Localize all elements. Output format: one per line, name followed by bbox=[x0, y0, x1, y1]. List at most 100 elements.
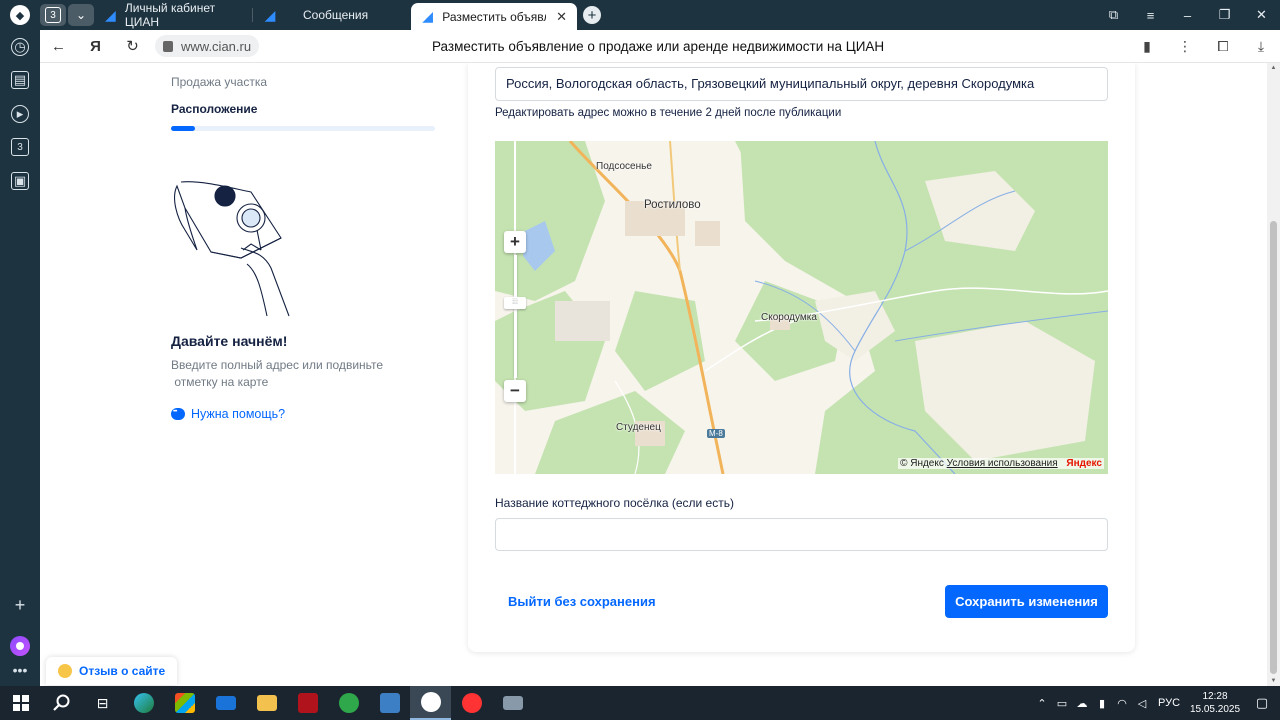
address-edit-note: Редактировать адрес можно в течение 2 дн… bbox=[495, 107, 842, 119]
cian-logo-icon: ◢ bbox=[422, 8, 433, 24]
clock-time: 12:28 bbox=[1202, 691, 1228, 702]
map-label: Ростилово bbox=[644, 199, 701, 211]
tab-count: 3 bbox=[45, 7, 61, 23]
add-panel-icon[interactable]: + bbox=[11, 595, 29, 616]
browser-tab-bar: ◆ 3 ⌄ ◢ Личный кабинет ЦИАН ◢ Сообщения … bbox=[0, 0, 1280, 30]
address-bar-actions: ▮ ⋮ ⧠ ⤓ bbox=[1128, 30, 1280, 63]
cottage-village-input[interactable] bbox=[495, 518, 1108, 551]
clock[interactable]: 12:28 15.05.2025 bbox=[1186, 690, 1244, 716]
tab-messages[interactable]: ◢ Сообщения bbox=[253, 0, 411, 30]
extensions-icon[interactable]: ⧠ bbox=[1204, 38, 1242, 55]
restore-icon[interactable]: ❐ bbox=[1206, 7, 1243, 23]
lock-icon bbox=[163, 40, 173, 52]
tabs-panel-icon[interactable]: 3 bbox=[11, 138, 29, 156]
site-feedback-button[interactable]: Отзыв о сайте bbox=[46, 657, 178, 685]
step-current: Расположение bbox=[171, 102, 258, 116]
page-scrollbar[interactable]: ▲ ▼ bbox=[1267, 63, 1280, 686]
bookmark-icon[interactable]: ▮ bbox=[1128, 38, 1166, 55]
kebab-menu-icon[interactable]: ⋮ bbox=[1166, 38, 1204, 55]
volume-icon[interactable]: ◁ bbox=[1132, 697, 1152, 710]
cottage-village-label: Название коттеджного посёлка (если есть) bbox=[495, 496, 734, 510]
tab-cabinet[interactable]: ◢ Личный кабинет ЦИАН bbox=[94, 0, 252, 30]
url-field[interactable]: www.cian.ru bbox=[155, 35, 260, 57]
device-icon[interactable]: ▭ bbox=[1052, 697, 1072, 710]
exit-without-saving-button[interactable]: Выйти без сохранения bbox=[508, 585, 656, 618]
scroll-down-icon[interactable]: ▼ bbox=[1269, 678, 1278, 684]
file-explorer-icon[interactable] bbox=[246, 686, 287, 720]
browser-logo[interactable]: ◆ bbox=[0, 0, 40, 30]
store-icon[interactable] bbox=[164, 686, 205, 720]
tab-label: Личный кабинет ЦИАН bbox=[124, 1, 216, 29]
yandex-logo[interactable]: Яндекс bbox=[1066, 458, 1102, 469]
more-icon[interactable]: ••• bbox=[11, 662, 29, 678]
map-terms-link[interactable]: Условия использования bbox=[947, 458, 1058, 469]
window-close-icon[interactable]: ✕ bbox=[1243, 7, 1280, 23]
intro-hint-line: отметку на карте bbox=[171, 375, 269, 389]
scroll-up-icon[interactable]: ▲ bbox=[1269, 65, 1278, 71]
new-tab-button[interactable]: + bbox=[583, 6, 601, 24]
scrollbar-thumb[interactable] bbox=[1270, 221, 1277, 674]
play-icon[interactable]: ▸ bbox=[11, 105, 29, 123]
tabs-dropdown-button[interactable]: ⌄ bbox=[68, 4, 94, 26]
tab-post-listing[interactable]: ◢ Разместить объявлени ✕ bbox=[411, 3, 577, 30]
cloud-icon[interactable]: ☁ bbox=[1072, 697, 1092, 710]
chat-icon bbox=[171, 408, 185, 420]
cian-logo-icon: ◢ bbox=[105, 6, 116, 23]
menu-icon[interactable]: ≡ bbox=[1132, 8, 1169, 23]
map-label: Подсосенье bbox=[596, 161, 652, 172]
address-bar: ← Я ↻ www.cian.ru Разместить объявление … bbox=[40, 30, 1280, 63]
window-controls: ⧉ ≡ – ❐ ✕ bbox=[1095, 0, 1280, 30]
progress-fill bbox=[171, 126, 195, 131]
app-box-icon[interactable] bbox=[369, 686, 410, 720]
smile-icon bbox=[58, 664, 72, 678]
cian-logo-icon: ◢ bbox=[264, 6, 276, 23]
system-tray: ⌃ ▭ ☁ ▮ ◠ ◁ РУС 12:28 15.05.2025 ▢ bbox=[1032, 686, 1280, 720]
download-icon[interactable]: ⤓ bbox=[1242, 38, 1280, 55]
location-map[interactable]: Подсосенье Ростилово Скородумка Студенец… bbox=[495, 141, 1108, 474]
yandex-browser-icon[interactable] bbox=[410, 686, 451, 720]
address-input[interactable]: Россия, Вологодская область, Грязовецкий… bbox=[495, 67, 1108, 101]
page-title: Разместить объявление о продаже или арен… bbox=[432, 39, 885, 54]
page-content: Продажа участка Расположение Давайте нач… bbox=[40, 63, 1267, 686]
map-zoom-handle[interactable]: ⁞⁞⁞ bbox=[504, 297, 526, 309]
map-zoom-out-button[interactable]: − bbox=[504, 380, 526, 402]
road-number: М-8 bbox=[707, 429, 725, 438]
yandex-app-icon[interactable] bbox=[451, 686, 492, 720]
step-previous[interactable]: Продажа участка bbox=[171, 75, 267, 89]
minimize-icon[interactable]: – bbox=[1169, 8, 1206, 23]
camera-icon[interactable] bbox=[492, 686, 533, 720]
microphone-icon[interactable]: ▮ bbox=[1092, 697, 1112, 710]
task-view-icon[interactable]: ⊟ bbox=[82, 686, 123, 720]
collections-icon[interactable]: ⧉ bbox=[1095, 7, 1132, 23]
help-link[interactable]: Нужна помощь? bbox=[171, 407, 285, 421]
windows-start-icon[interactable] bbox=[0, 686, 41, 720]
yandex-icon[interactable]: Я bbox=[77, 38, 114, 55]
wifi-icon[interactable]: ◠ bbox=[1112, 697, 1132, 710]
check-app-icon[interactable] bbox=[328, 686, 369, 720]
clock-date: 15.05.2025 bbox=[1189, 704, 1241, 715]
language-indicator[interactable]: РУС bbox=[1152, 697, 1186, 709]
back-icon[interactable]: ← bbox=[40, 38, 77, 55]
history-icon[interactable]: ◷ bbox=[11, 38, 29, 56]
map-copyright: © Яндекс bbox=[900, 458, 944, 469]
reload-icon[interactable]: ↻ bbox=[114, 37, 151, 55]
edge-icon[interactable] bbox=[123, 686, 164, 720]
tray-overflow-icon[interactable]: ⌃ bbox=[1032, 697, 1052, 710]
screenshot-icon[interactable]: ▣ bbox=[11, 172, 29, 190]
notifications-icon[interactable]: ▢ bbox=[1244, 695, 1280, 711]
map-zoom-track[interactable] bbox=[514, 255, 517, 378]
dino-icon: ◆ bbox=[10, 5, 30, 25]
windows-taskbar: ⊟ ⌃ ▭ ☁ ▮ ◠ ◁ РУС 12:28 15.05.2025 ▢ bbox=[0, 686, 1280, 720]
help-link-label: Нужна помощь? bbox=[191, 407, 286, 421]
notes-icon[interactable]: ▤ bbox=[11, 71, 29, 89]
search-icon[interactable] bbox=[41, 686, 82, 720]
tab-group-button[interactable]: 3 bbox=[40, 4, 66, 26]
map-zoom-in-button[interactable]: + bbox=[504, 231, 526, 253]
mail-icon[interactable] bbox=[205, 686, 246, 720]
alice-assistant-icon[interactable] bbox=[10, 636, 30, 656]
map-attribution: © Яндекс Условия использования Яндекс bbox=[898, 458, 1104, 469]
close-icon[interactable]: ✕ bbox=[556, 9, 567, 25]
sidebar-badge: 3 bbox=[17, 141, 23, 153]
save-changes-button[interactable]: Сохранить изменения bbox=[945, 585, 1108, 618]
app-red-icon[interactable] bbox=[287, 686, 328, 720]
